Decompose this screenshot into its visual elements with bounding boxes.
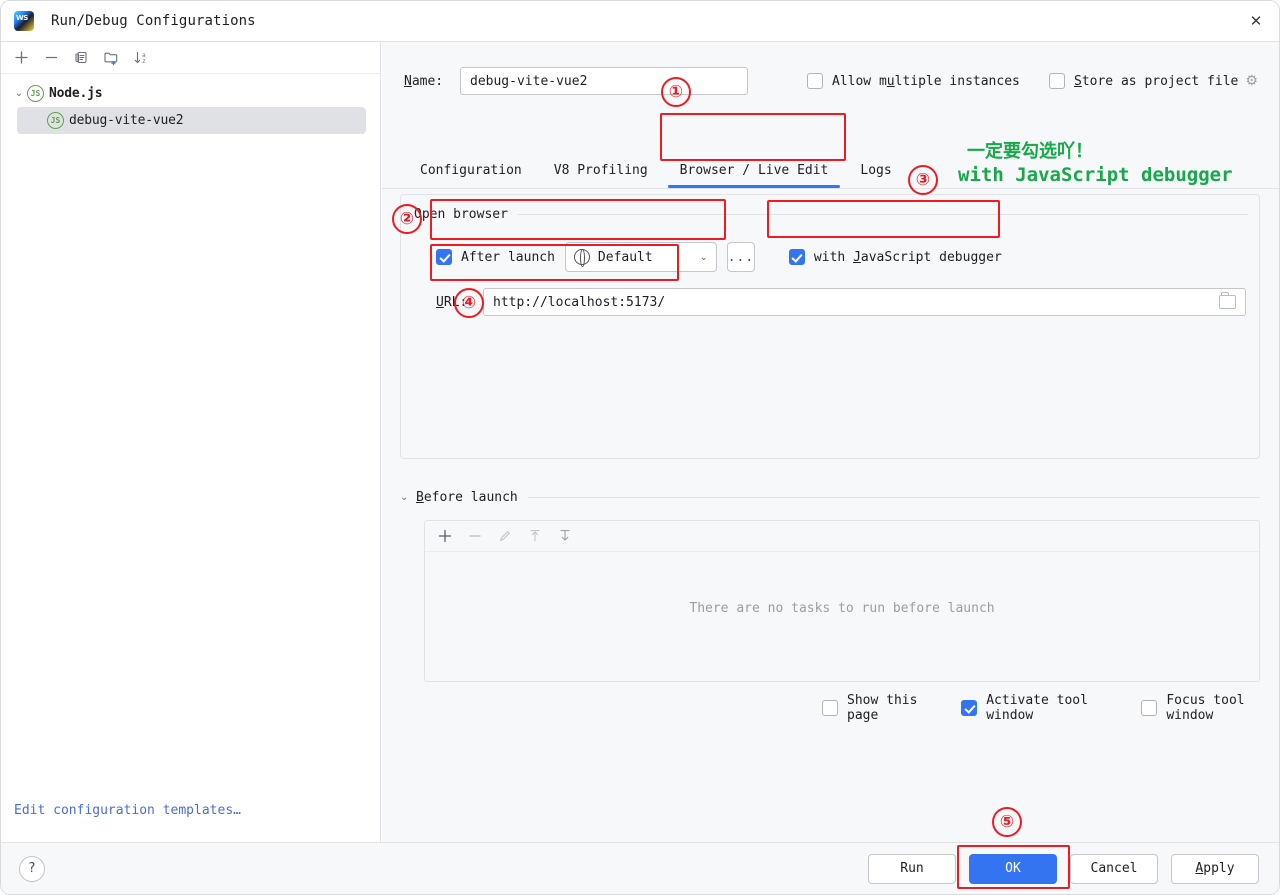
name-label: Name: (404, 73, 444, 89)
add-task-button[interactable] (433, 524, 457, 548)
run-debug-configurations-dialog: Run/Debug Configurations ✕ (0, 0, 1280, 895)
tree-node-label: debug-vite-vue2 (69, 113, 184, 128)
focus-tool-window-checkbox[interactable] (1141, 700, 1158, 716)
sidebar-toolbar: a z (1, 42, 380, 74)
chevron-down-icon: ⌄ (699, 251, 708, 263)
store-as-project-file-row[interactable]: Store as project file ⚙ (1049, 73, 1258, 89)
configuration-tabs: Configuration V8 Profiling Browser / Liv… (404, 154, 908, 188)
gear-icon[interactable]: ⚙ (1245, 73, 1258, 89)
with-js-debugger-label: with JavaScript debugger (813, 249, 1002, 265)
show-this-page-checkbox[interactable] (822, 700, 838, 716)
tab-logs[interactable]: Logs (844, 154, 907, 188)
before-launch-options: Show this page Activate tool window Focu… (822, 693, 1279, 723)
run-button[interactable]: Run (868, 853, 956, 884)
open-browser-label: Open browser (414, 207, 508, 222)
tab-configuration[interactable]: Configuration (404, 154, 538, 188)
sort-configurations-button[interactable]: a z (127, 45, 155, 71)
browser-select-value: Default (597, 249, 653, 265)
name-field-row: Name: debug-vite-vue2 (404, 67, 748, 95)
group-divider (517, 214, 1248, 215)
add-configuration-button[interactable] (7, 45, 35, 71)
focus-tool-window-row[interactable]: Focus tool window (1141, 693, 1279, 723)
edit-task-button (493, 524, 517, 548)
chevron-down-icon[interactable]: ⌄ (11, 88, 27, 99)
move-task-down-button (553, 524, 577, 548)
cancel-button[interactable]: Cancel (1070, 853, 1158, 884)
name-input[interactable]: debug-vite-vue2 (460, 67, 748, 95)
tree-node-debug-vite-vue2[interactable]: JS debug-vite-vue2 (17, 107, 366, 134)
tree-node-nodejs[interactable]: ⌄ JS Node.js (1, 80, 380, 107)
edit-configuration-templates-link[interactable]: Edit configuration templates… (14, 803, 241, 818)
apply-button[interactable]: Apply (1171, 853, 1259, 884)
activate-tool-window-label: Activate tool window (986, 693, 1088, 723)
remove-configuration-button[interactable] (37, 45, 65, 71)
open-browser-group-title: Open browser (414, 207, 1248, 222)
webstorm-logo-icon (14, 11, 34, 31)
dialog-footer: ? Run OK Cancel Apply (1, 842, 1279, 894)
group-divider (527, 497, 1260, 498)
dialog-title: Run/Debug Configurations (51, 13, 256, 29)
folder-icon[interactable] (1219, 292, 1236, 309)
nodejs-icon: JS (27, 85, 44, 102)
show-this-page-label: Show this page (847, 693, 918, 723)
allow-multiple-instances-row[interactable]: Allow multiple instances (807, 73, 1020, 89)
after-launch-checkbox[interactable] (436, 249, 452, 265)
tab-browser-live-edit[interactable]: Browser / Live Edit (664, 154, 845, 188)
before-launch-task-list: There are no tasks to run before launch (424, 520, 1260, 682)
help-icon[interactable]: ? (19, 855, 45, 882)
with-js-debugger-row[interactable]: with JavaScript debugger (788, 249, 1002, 265)
open-browser-card: Open browser After launch Default ⌄ ... … (400, 194, 1260, 459)
title-bar: Run/Debug Configurations ✕ (1, 1, 1279, 42)
allow-multiple-instances-label: Allow multiple instances (832, 73, 1020, 89)
configurations-tree: ⌄ JS Node.js JS debug-vite-vue2 (1, 74, 380, 134)
configuration-editor-panel: Name: debug-vite-vue2 Allow multiple ins… (382, 42, 1279, 842)
tab-v8-profiling[interactable]: V8 Profiling (538, 154, 664, 188)
with-js-debugger-checkbox[interactable] (788, 249, 805, 265)
svg-text:z: z (142, 58, 146, 65)
chevron-down-icon[interactable]: ⌄ (400, 492, 416, 503)
tab-divider (382, 188, 1279, 189)
before-launch-empty-message: There are no tasks to run before launch (689, 601, 995, 616)
after-launch-row: After launch Default ⌄ ... with JavaScri… (436, 242, 1002, 272)
tree-node-label: Node.js (49, 86, 103, 101)
allow-multiple-instances-checkbox[interactable] (807, 73, 823, 89)
activate-tool-window-checkbox[interactable] (961, 700, 978, 716)
remove-task-button (463, 524, 487, 548)
new-folder-button[interactable] (97, 45, 125, 71)
footer-buttons: Run OK Cancel Apply (868, 853, 1259, 884)
store-as-project-file-label: Store as project file (1074, 73, 1239, 89)
copy-configuration-button[interactable] (67, 45, 95, 71)
globe-icon (573, 248, 590, 267)
after-launch-label: After launch (461, 249, 555, 265)
before-launch-header[interactable]: ⌄ Before launch (400, 490, 1260, 505)
browser-select[interactable]: Default ⌄ (564, 242, 717, 272)
url-input[interactable]: http://localhost:5173/ (483, 288, 1246, 316)
configurations-sidebar: a z ⌄ JS Node.js JS debug-vite-vue2 Edit… (1, 42, 381, 842)
store-as-project-file-checkbox[interactable] (1049, 73, 1065, 89)
url-label: URL: (436, 294, 468, 310)
activate-tool-window-row[interactable]: Activate tool window (961, 693, 1119, 723)
move-task-up-button (523, 524, 547, 548)
nodejs-icon: JS (47, 112, 64, 129)
show-this-page-row[interactable]: Show this page (822, 693, 939, 723)
close-icon[interactable]: ✕ (1233, 1, 1279, 41)
before-launch-label: Before launch (416, 490, 518, 505)
before-launch-toolbar (425, 521, 1259, 552)
focus-tool-window-label: Focus tool window (1166, 693, 1245, 723)
url-row: URL: http://localhost:5173/ (436, 288, 1246, 316)
ok-button[interactable]: OK (969, 853, 1057, 884)
url-input-value: http://localhost:5173/ (493, 294, 666, 310)
browser-settings-button[interactable]: ... (726, 242, 755, 272)
